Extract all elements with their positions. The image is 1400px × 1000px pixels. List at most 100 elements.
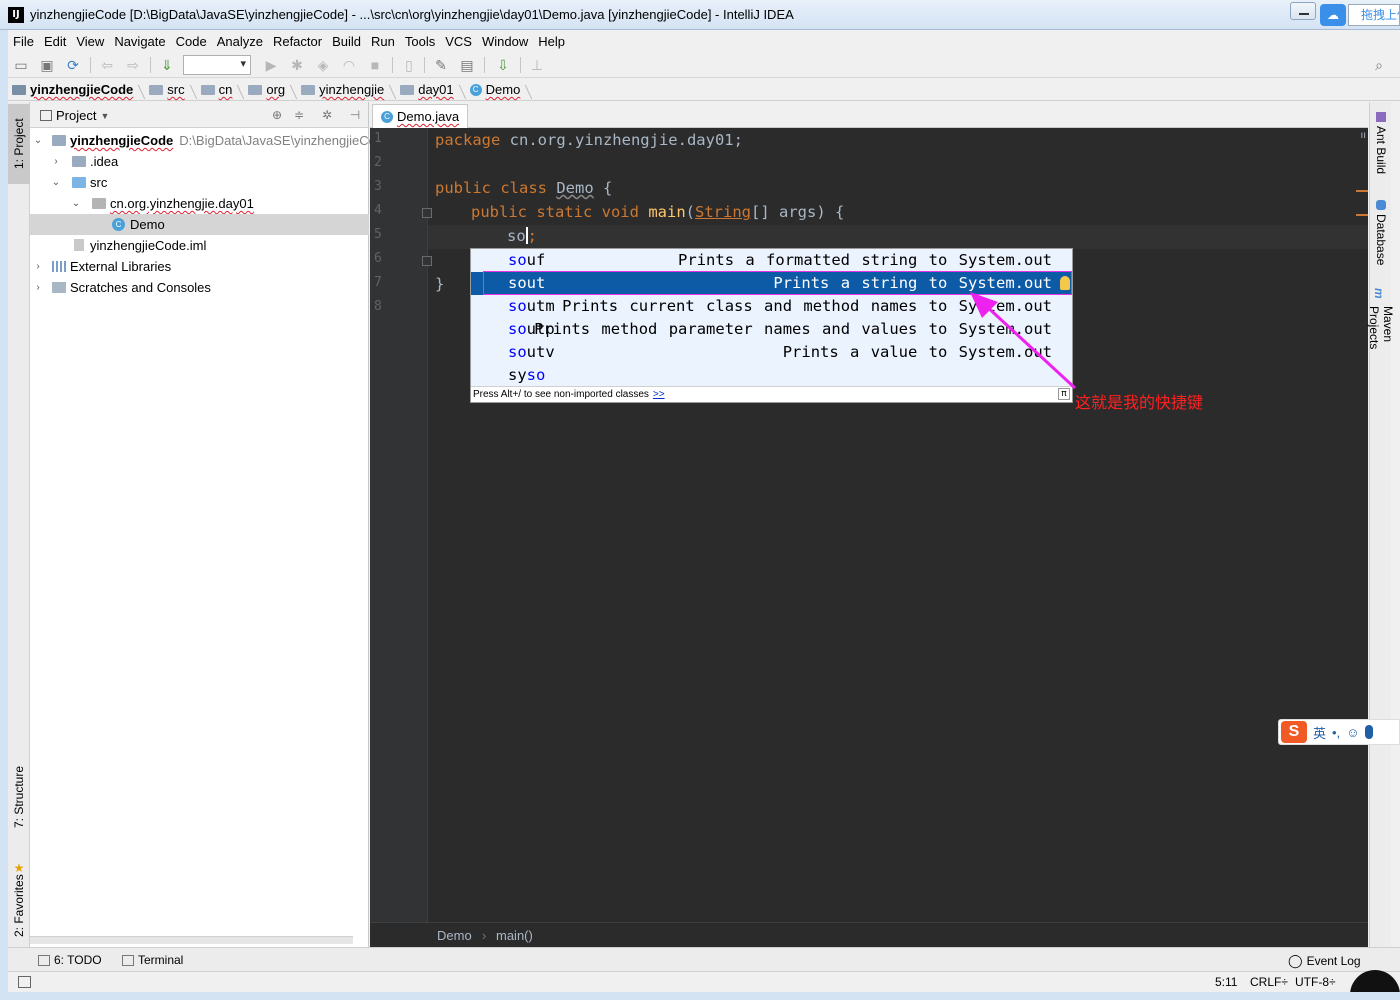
minimize-button[interactable] (1290, 2, 1316, 20)
code-editor[interactable]: C Demo.java 1 2 3 4 5 6 7 8 package cn.o… (370, 102, 1368, 947)
menu-code[interactable]: Code (171, 34, 212, 49)
collapse-all-icon[interactable]: ≑ (292, 108, 306, 122)
breadcrumb-project[interactable]: yinzhengjieCode (8, 82, 139, 97)
menu-build[interactable]: Build (327, 34, 366, 49)
menu-view[interactable]: View (71, 34, 109, 49)
menu-file[interactable]: File (8, 34, 39, 49)
todo-tool-button[interactable]: 6: TODO (38, 953, 102, 967)
ime-punctuation-toggle[interactable]: •, (1332, 725, 1340, 740)
breadcrumb-src[interactable]: src (145, 82, 190, 97)
tab-maven-projects[interactable]: m Maven Projects (1367, 288, 1395, 388)
tree-row[interactable]: C Demo (30, 214, 369, 235)
code-line: } (435, 275, 445, 293)
breadcrumb-yinzhengjie[interactable]: yinzhengjie (297, 82, 390, 97)
breadcrumb-cn[interactable]: cn (197, 82, 239, 97)
baidu-cloud-icon[interactable]: ☁ (1320, 4, 1346, 26)
tree-row[interactable]: ⌄ yinzhengjieCode D:\BigData\JavaSE\yinzh… (30, 130, 376, 151)
chevron-down-icon[interactable]: ⌄ (32, 135, 44, 146)
stop-icon[interactable]: ■ (366, 56, 384, 74)
tree-row[interactable]: ⌄ cn.org.yinzhengjie.day01 (30, 193, 369, 214)
tab-favorites-tool-window[interactable]: 2: Favorites ★ (8, 854, 30, 944)
footer-method[interactable]: main() (496, 928, 533, 943)
error-stripe-mark[interactable] (1356, 214, 1368, 216)
chevron-right-icon[interactable]: › (50, 156, 62, 167)
tab-structure-tool-window[interactable]: 7: Structure (8, 752, 30, 842)
tab-database[interactable]: Database (1370, 200, 1392, 280)
menu-run[interactable]: Run (366, 34, 400, 49)
project-structure-icon[interactable]: ▯ (400, 56, 418, 74)
module-settings-icon[interactable]: ▤ (458, 56, 476, 74)
terminal-tool-button[interactable]: Terminal (122, 953, 183, 967)
menu-analyze[interactable]: Analyze (212, 34, 268, 49)
run-icon[interactable]: ▶ (262, 56, 280, 74)
chevron-right-icon[interactable]: › (32, 261, 44, 272)
menu-help[interactable]: Help (533, 34, 570, 49)
chevron-down-icon[interactable]: ⌄ (70, 198, 82, 209)
class-icon: C (469, 83, 482, 96)
caret-position[interactable]: 5:11 (1215, 975, 1237, 989)
fold-marker-icon[interactable] (422, 256, 432, 266)
microphone-icon[interactable] (1365, 725, 1374, 739)
file-encoding[interactable]: UTF-8÷ (1295, 975, 1336, 989)
sogou-logo-icon[interactable]: S (1281, 721, 1307, 743)
current-line-highlight (428, 225, 1368, 249)
drag-upload-button[interactable]: 拖拽上传 (1348, 4, 1400, 26)
forward-arrow-icon[interactable]: ⇨ (124, 56, 142, 74)
profile-icon[interactable]: ◠ (340, 56, 358, 74)
project-folder-icon (12, 84, 26, 95)
breadcrumb-demo[interactable]: C Demo (466, 82, 527, 97)
title-bar: IJ yinzhengjieCode [D:\BigData\JavaSE\yi… (0, 0, 1400, 30)
chevron-down-icon[interactable]: ⌄ (50, 177, 62, 188)
navigation-bar: yinzhengjieCode src cn org yinzhengjie d… (8, 79, 1400, 101)
breadcrumb-day01[interactable]: day01 (396, 82, 459, 97)
build-project-icon[interactable]: ⇓ (158, 56, 176, 74)
tab-project-tool-window[interactable]: 1: Project (8, 104, 30, 184)
tree-row[interactable]: › External Libraries (30, 256, 369, 277)
emoji-icon[interactable]: ☺ (1346, 725, 1359, 740)
menu-navigate[interactable]: Navigate (109, 34, 170, 49)
menu-tools[interactable]: Tools (400, 34, 440, 49)
menu-vcs[interactable]: VCS (440, 34, 477, 49)
folder-icon (400, 84, 415, 95)
debug-icon[interactable]: ✱ (288, 56, 306, 74)
settings-wrench-icon[interactable]: ✎ (432, 56, 450, 74)
open-folder-icon[interactable]: ▭ (12, 56, 30, 74)
search-everywhere-icon[interactable]: ⌕ (1370, 56, 1388, 74)
sync-icon[interactable]: ⟳ (64, 56, 82, 74)
tree-row[interactable]: ⌄ src (30, 172, 369, 193)
locate-target-icon[interactable]: ⊕ (270, 108, 284, 122)
tab-ant-build[interactable]: Ant Build (1370, 112, 1392, 192)
tree-row[interactable]: › Scratches and Consoles (30, 277, 369, 298)
sdk-download-icon[interactable]: ⇩ (494, 56, 512, 74)
chevron-right-icon[interactable]: › (32, 282, 44, 293)
horizontal-scrollbar[interactable] (30, 936, 353, 944)
editor-menu-icon[interactable]: ıı (1360, 130, 1366, 141)
code-line: public static void main(String[] args) { (471, 203, 845, 221)
libraries-icon (52, 261, 66, 272)
menu-edit[interactable]: Edit (39, 34, 71, 49)
breadcrumb-org[interactable]: org (244, 82, 291, 97)
back-arrow-icon[interactable]: ⇦ (98, 56, 116, 74)
event-log-button[interactable]: ◯ Event Log (1288, 953, 1361, 969)
run-configuration-select[interactable]: ▾ (183, 55, 251, 75)
menu-refactor[interactable]: Refactor (268, 34, 327, 49)
error-stripe-mark[interactable] (1356, 190, 1368, 192)
tool-windows-toggle-icon[interactable] (18, 976, 31, 988)
completion-more-link[interactable]: >> (653, 389, 665, 400)
tree-row[interactable]: › .idea (30, 151, 369, 172)
menu-window[interactable]: Window (477, 34, 533, 49)
fold-marker-icon[interactable] (422, 208, 432, 218)
completion-item[interactable]: souf Prints a formatted string to System… (471, 249, 1072, 272)
coverage-icon[interactable]: ◈ (314, 56, 332, 74)
line-separator[interactable]: CRLF÷ (1250, 975, 1288, 989)
save-icon[interactable]: ▣ (38, 56, 56, 74)
tree-row[interactable]: yinzhengjieCode.iml (30, 235, 369, 256)
vcs-icon[interactable]: ⊥ (528, 56, 546, 74)
tab-demo-java[interactable]: C Demo.java (372, 104, 469, 128)
hide-panel-icon[interactable]: ⊣ (348, 108, 362, 122)
main-toolbar: ▭ ▣ ⟳ ⇦ ⇨ ⇓ ▾ ▶ ✱ ◈ ◠ ■ ▯ ✎ ▤ ⇩ ⊥ ⌕ (8, 52, 1400, 78)
project-view-selector[interactable]: Project ▼ (40, 108, 109, 123)
gear-icon[interactable]: ✲ (320, 108, 334, 122)
ime-language-toggle[interactable]: 英 (1313, 723, 1326, 742)
footer-class[interactable]: Demo (437, 928, 472, 943)
